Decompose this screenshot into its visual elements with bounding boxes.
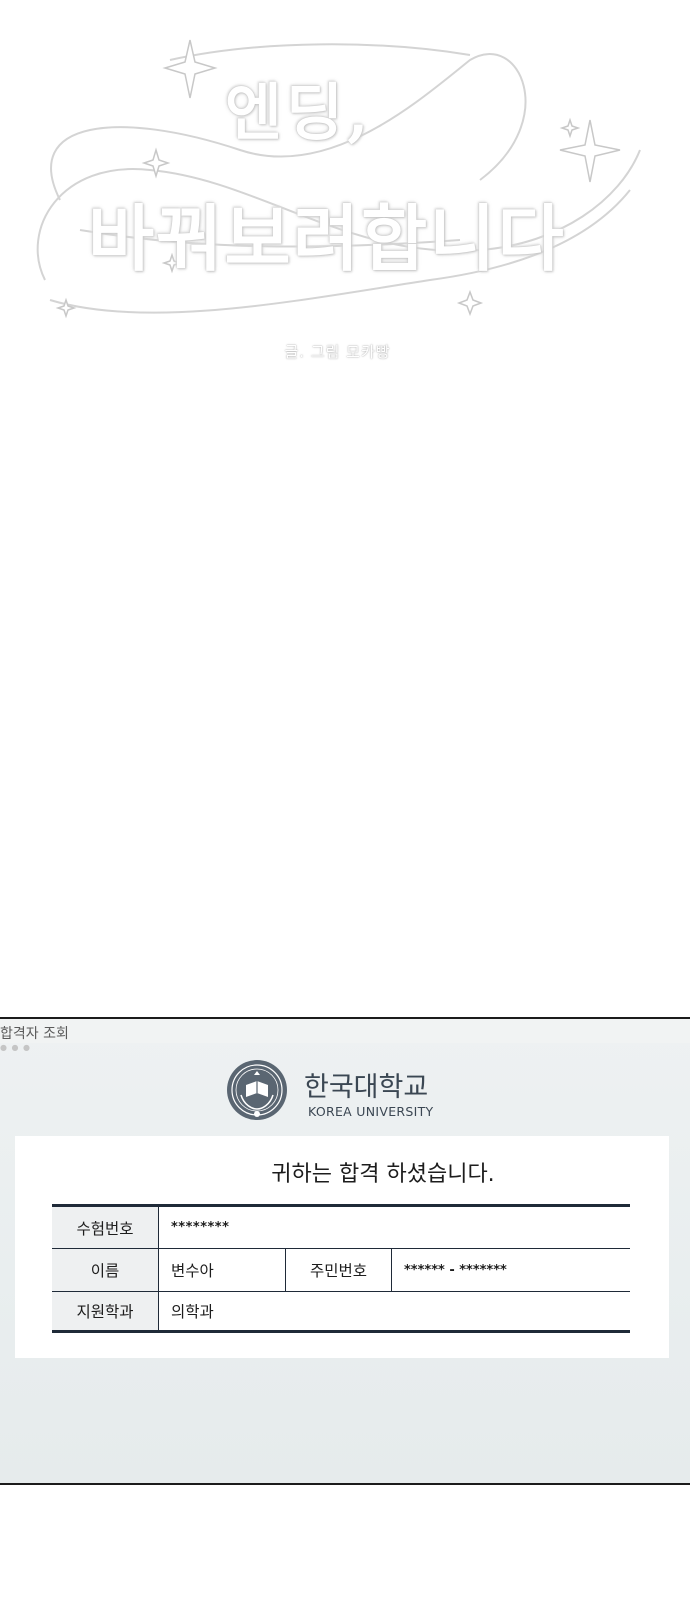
title-logo-line1: 엔딩, (225, 76, 373, 149)
applicant-info-table: 수험번호 ******** 이름 변수아 주민번호 ****** - *****… (52, 1204, 630, 1333)
window-tab-label: 합격자 조회 (0, 1026, 69, 1042)
window-tab[interactable]: 합격자 조회 (0, 1019, 690, 1043)
department-label: 지원학과 (52, 1292, 159, 1330)
window-dots-icon: ● ● ● (0, 1043, 32, 1052)
table-row: 수험번호 ******** (52, 1207, 630, 1249)
author-credit: 글. 그림 모카빵 (284, 343, 391, 361)
admission-result-window: 합격자 조회 ● ● ● 한국대학교 KOREA UNIVERSITY 귀하는 … (0, 1017, 690, 1485)
exam-number-label: 수험번호 (52, 1207, 159, 1248)
result-message: 귀하는 합격 하셨습니다. (271, 1162, 495, 1187)
university-name-english: KOREA UNIVERSITY (308, 1104, 434, 1119)
resident-number-value: ****** - ******* (404, 1262, 507, 1278)
university-header: 한국대학교 KOREA UNIVERSITY (226, 1059, 466, 1123)
title-logo: 엔딩, 바꿔보려합니다 글. 그림 모카빵 (0, 0, 690, 380)
table-row: 지원학과 의학과 (52, 1292, 630, 1330)
university-name-korean: 한국대학교 (304, 1072, 429, 1103)
university-seal-icon (227, 1060, 287, 1120)
name-label: 이름 (52, 1249, 159, 1291)
department-value: 의학과 (171, 1303, 214, 1321)
resident-number-label: 주민번호 (286, 1249, 392, 1291)
name-value: 변수아 (159, 1249, 286, 1291)
exam-number-value: ******** (171, 1220, 230, 1235)
table-row: 이름 변수아 주민번호 ****** - ******* (52, 1249, 630, 1292)
result-card: 귀하는 합격 하셨습니다. 수험번호 ******** 이름 변수아 주민번호 … (15, 1136, 669, 1358)
title-logo-line2: 바꿔보려합니다 (88, 196, 566, 281)
